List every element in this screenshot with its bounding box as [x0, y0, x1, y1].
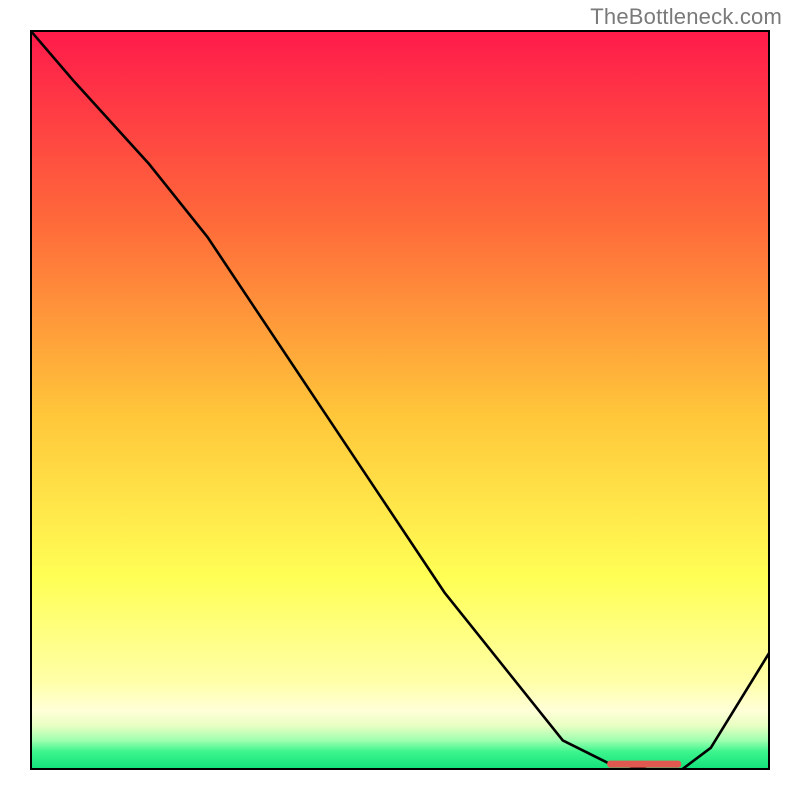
plot-frame [30, 30, 770, 770]
watermark-text: TheBottleneck.com [590, 4, 782, 30]
plot-background [30, 30, 770, 770]
chart-stage: TheBottleneck.com [0, 0, 800, 800]
optimal-marker [607, 761, 681, 768]
chart-svg [30, 30, 770, 770]
